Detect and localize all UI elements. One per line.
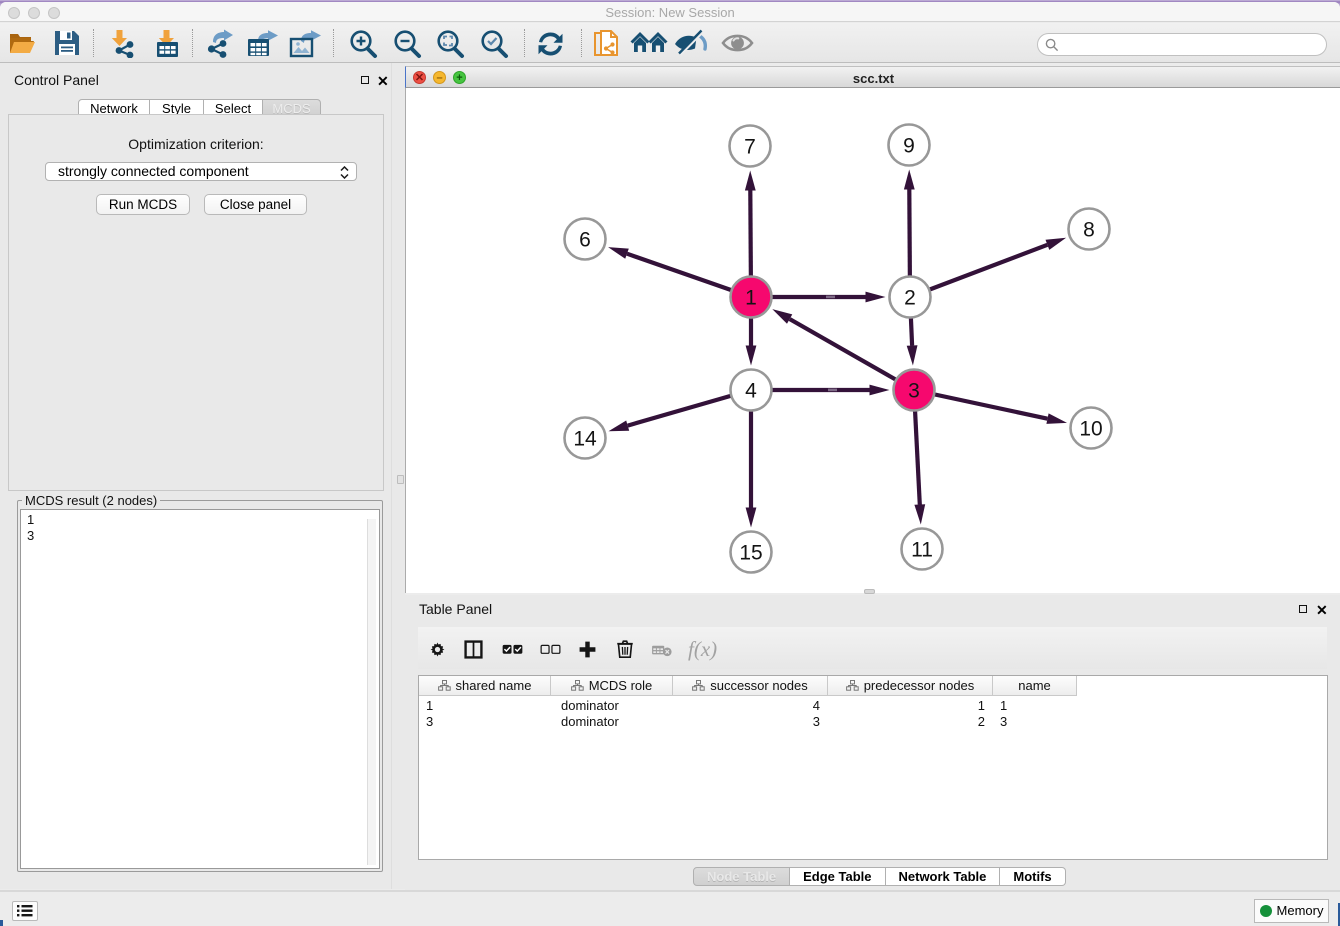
svg-text:15: 15 — [739, 542, 762, 565]
svg-text:8: 8 — [1083, 219, 1095, 242]
svg-text:3: 3 — [908, 380, 920, 403]
svg-text:10: 10 — [1079, 418, 1102, 441]
svg-text:4: 4 — [745, 380, 757, 403]
svg-text:1: 1 — [745, 287, 757, 310]
svg-text:7: 7 — [744, 136, 756, 159]
svg-text:14: 14 — [573, 428, 597, 451]
svg-text:9: 9 — [903, 135, 915, 158]
svg-text:6: 6 — [579, 229, 591, 252]
svg-text:11: 11 — [911, 539, 933, 562]
svg-text:2: 2 — [904, 287, 916, 310]
